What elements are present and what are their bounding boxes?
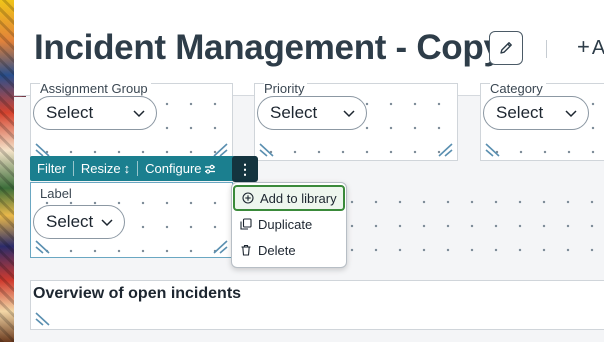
select-value: Select [46, 212, 94, 231]
widget-label: Assignment Group [40, 81, 151, 96]
menu-item-label: Duplicate [258, 216, 313, 232]
header-divider [546, 40, 547, 58]
select-value: Select [46, 103, 94, 122]
trash-icon [240, 244, 252, 256]
resize-handle-icon[interactable] [35, 308, 53, 326]
resize-handle-icon[interactable] [210, 236, 228, 254]
more-vertical-icon: ⋮ [238, 160, 252, 177]
menu-item-duplicate[interactable]: Duplicate [232, 211, 346, 237]
chevron-down-icon [343, 110, 355, 118]
assignment-group-select[interactable]: Select [33, 96, 157, 130]
edit-title-button[interactable] [489, 31, 523, 65]
widget-category[interactable]: Category Select [480, 81, 604, 161]
menu-item-add-to-library[interactable]: Add to library [233, 185, 345, 211]
filter-label: Filter [37, 161, 66, 176]
add-button[interactable]: + A [577, 34, 604, 60]
label-select[interactable]: Select [33, 205, 125, 239]
filter-button[interactable]: Filter [30, 156, 73, 181]
resize-handle-icon[interactable] [35, 139, 53, 157]
sliders-icon [204, 164, 215, 174]
widget-label: Label [40, 186, 75, 201]
widget-label-filter[interactable]: Label Select [30, 182, 233, 258]
resize-button[interactable]: Resize ↕ [74, 156, 137, 181]
resize-label: Resize [80, 161, 121, 176]
plus-icon: + [577, 34, 590, 59]
priority-select[interactable]: Select [257, 96, 367, 130]
widget-assignment-group[interactable]: Assignment Group Select [30, 81, 233, 161]
menu-item-delete[interactable]: Delete [232, 237, 346, 263]
chevron-down-icon [133, 110, 145, 118]
menu-item-label: Delete [258, 242, 296, 258]
pencil-icon [500, 42, 512, 54]
page-title: Incident Management - Copy [34, 28, 503, 67]
resize-arrows-icon: ↕ [123, 161, 131, 176]
widget-context-menu: Add to library Duplicate Delete [231, 182, 347, 268]
resize-handle-icon[interactable] [259, 139, 277, 157]
resize-handle-icon[interactable] [35, 236, 53, 254]
configure-label: Configure [145, 161, 202, 176]
widget-toolbar: Filter Resize ↕ Configure [30, 156, 257, 181]
add-button-label: A [591, 37, 604, 59]
more-options-button[interactable]: ⋮ [232, 156, 258, 182]
widget-label: Priority [264, 81, 308, 96]
menu-item-label: Add to library [260, 190, 337, 206]
widget-overview[interactable]: Overview of open incidents [30, 280, 604, 330]
resize-handle-icon[interactable] [435, 139, 453, 157]
overview-title: Overview of open incidents [33, 285, 242, 302]
chevron-down-icon [101, 219, 113, 227]
category-select[interactable]: Select [483, 96, 589, 130]
chevron-down-icon [565, 110, 577, 118]
select-value: Select [496, 103, 544, 122]
copy-icon [240, 218, 252, 230]
widget-priority[interactable]: Priority Select [254, 81, 458, 161]
widget-label: Category [490, 81, 546, 96]
plus-circle-icon [242, 192, 254, 204]
configure-button[interactable]: Configure [138, 156, 222, 181]
resize-handle-icon[interactable] [210, 139, 228, 157]
select-value: Select [270, 103, 318, 122]
resize-handle-icon[interactable] [485, 139, 503, 157]
